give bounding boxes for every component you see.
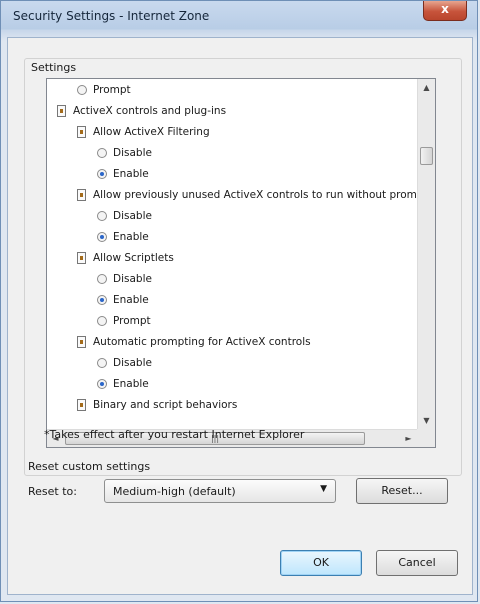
scroll-down-icon[interactable]: ▼ (418, 412, 435, 429)
radio-selected-icon[interactable] (97, 232, 107, 242)
settings-tree: Prompt ActiveX controls and plug-ins Allow… (47, 79, 417, 429)
radio-selected-icon[interactable] (97, 169, 107, 179)
radio-unselected-icon[interactable] (97, 316, 107, 326)
option-label: ActiveX controls and plug-ins (73, 105, 227, 117)
option-label: Allow previously unused ActiveX controls… (93, 189, 417, 201)
option-label: Prompt (93, 84, 131, 96)
reset-to-label: Reset to: (28, 485, 77, 498)
radio-selected-icon[interactable] (97, 379, 107, 389)
settings-list[interactable]: Prompt ActiveX controls and plug-ins Allow… (46, 78, 436, 448)
option-label: Automatic prompting for ActiveX controls (93, 336, 311, 348)
close-icon: x (441, 2, 449, 16)
option-label: Prompt (113, 315, 151, 327)
reset-button[interactable]: Reset... (356, 478, 448, 504)
option-label: Disable (113, 147, 152, 159)
option-label: Disable (113, 210, 152, 222)
cancel-button[interactable]: Cancel (376, 550, 458, 576)
close-button[interactable]: x (423, 1, 467, 21)
reset-level-dropdown[interactable]: Medium-high (default) ▼ (104, 479, 336, 503)
option-label: Enable (113, 231, 149, 243)
scroll-right-icon[interactable]: ► (400, 430, 417, 447)
option-label: Allow Scriptlets (93, 252, 174, 264)
setting-document-icon (77, 336, 86, 348)
radio-unselected-icon[interactable] (97, 358, 107, 368)
dialog-body: Settings Prompt ActiveX controls and plug… (7, 37, 473, 595)
option-label: Enable (113, 294, 149, 306)
title-bar[interactable]: Security Settings - Internet Zone x (1, 1, 477, 35)
radio-unselected-icon[interactable] (97, 274, 107, 284)
dialog-window: Security Settings - Internet Zone x Sett… (0, 0, 478, 602)
radio-unselected-icon[interactable] (77, 85, 87, 95)
radio-selected-icon[interactable] (97, 295, 107, 305)
option-label: Enable (113, 168, 149, 180)
setting-document-icon (77, 252, 86, 264)
reset-level-value: Medium-high (default) (113, 485, 236, 498)
setting-document-icon (77, 399, 86, 411)
radio-unselected-icon[interactable] (97, 148, 107, 158)
scroll-up-icon[interactable]: ▲ (418, 79, 435, 96)
option-label: Enable (113, 378, 149, 390)
vertical-scrollbar[interactable]: ▲ ▼ (417, 79, 435, 429)
reset-section-label: Reset custom settings (28, 460, 151, 473)
window-title: Security Settings - Internet Zone (13, 9, 210, 23)
vertical-scroll-thumb[interactable] (420, 147, 433, 165)
restart-note: *Takes effect after you restart Internet… (44, 428, 305, 441)
scrollbar-corner (417, 429, 435, 447)
option-label: Binary and script behaviors (93, 399, 238, 411)
radio-unselected-icon[interactable] (97, 211, 107, 221)
setting-document-icon (77, 126, 86, 138)
option-label: Disable (113, 357, 152, 369)
ok-button[interactable]: OK (280, 550, 362, 576)
setting-document-icon (77, 189, 86, 201)
settings-group-label: Settings (28, 61, 80, 74)
setting-document-icon (57, 105, 66, 117)
chevron-down-icon: ▼ (320, 484, 327, 494)
option-label: Allow ActiveX Filtering (93, 126, 210, 138)
option-label: Disable (113, 273, 152, 285)
